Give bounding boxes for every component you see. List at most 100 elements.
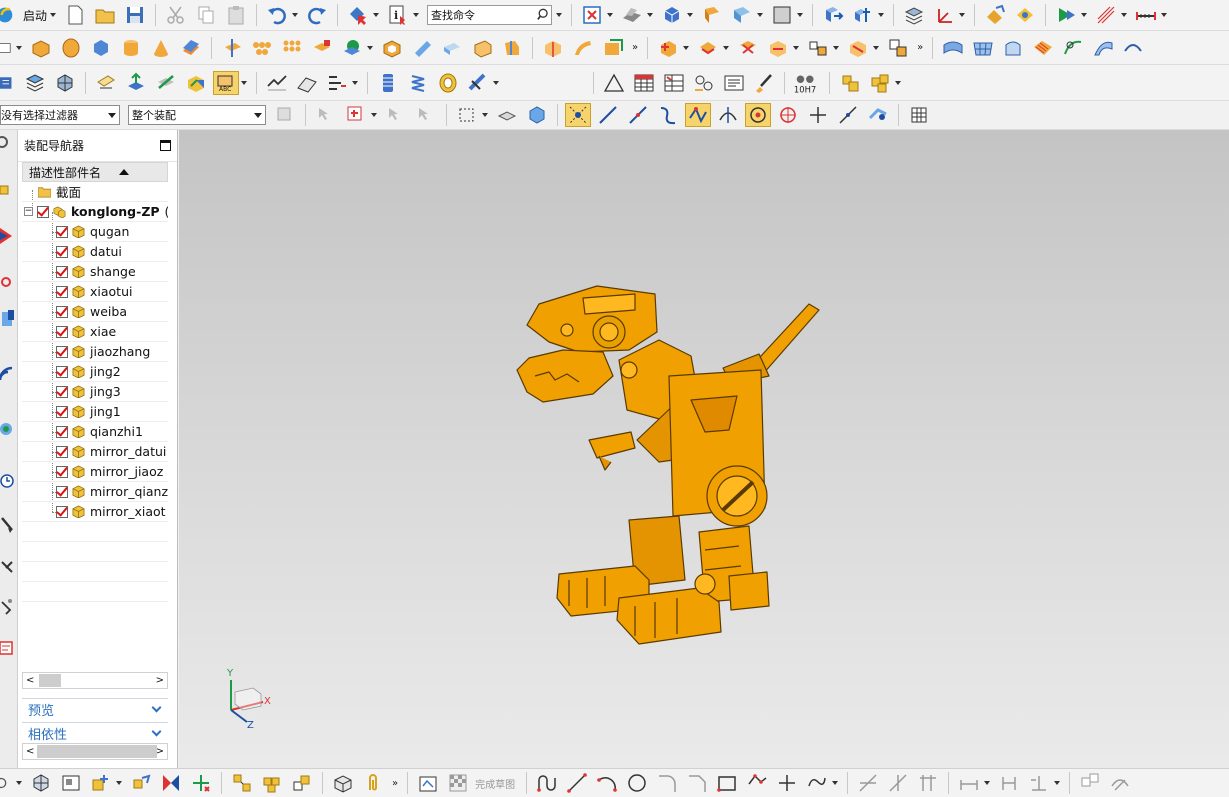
process-studio-icon[interactable]: [0, 556, 16, 576]
subtract-icon[interactable]: [339, 36, 365, 60]
cut-icon[interactable]: [163, 3, 189, 27]
fit-view-dropdown-icon[interactable]: [607, 13, 614, 17]
add-filter-icon[interactable]: [343, 103, 369, 127]
bolt-icon[interactable]: [465, 71, 491, 95]
system-materials-icon[interactable]: [0, 514, 16, 534]
scroll-thumb[interactable]: [37, 745, 157, 758]
intersection-curve-dropdown-icon[interactable]: [352, 80, 358, 85]
heel-part[interactable]: [728, 571, 770, 611]
new-component-dropdown-icon[interactable]: [723, 45, 730, 50]
replace-component-icon[interactable]: [735, 36, 761, 60]
table-icon[interactable]: [631, 71, 657, 95]
edit-object-display-icon[interactable]: [982, 3, 1008, 27]
mirror-assembly-icon[interactable]: [765, 36, 791, 60]
reuse-library-tab-icon[interactable]: [0, 308, 16, 328]
play-animation-dropdown-icon[interactable]: [1081, 13, 1088, 17]
offset-face-icon[interactable]: [540, 36, 566, 60]
selection-tool-icon[interactable]: [345, 3, 371, 27]
draft-icon[interactable]: [409, 36, 435, 60]
tree-node-part[interactable]: jing3: [22, 382, 168, 402]
navigator-settings-icon[interactable]: [0, 132, 16, 152]
add-component-dropdown-icon[interactable]: [683, 45, 690, 50]
constraint-navigator-icon[interactable]: [158, 771, 184, 795]
mirror-assembly-dropdown-icon[interactable]: [793, 45, 800, 50]
tree-node-part[interactable]: qugan: [22, 222, 168, 242]
snap-line-icon[interactable]: [595, 103, 621, 127]
extrude-icon[interactable]: [28, 36, 54, 60]
select-faces-icon[interactable]: [494, 103, 520, 127]
shaded-cube-dropdown-icon[interactable]: [687, 13, 694, 17]
visibility-checkbox[interactable]: [56, 485, 68, 498]
filter-settings-icon[interactable]: [272, 103, 298, 127]
information-dropdown-icon[interactable]: [413, 13, 420, 17]
annotation-icon[interactable]: [93, 71, 119, 95]
point-icon[interactable]: [774, 771, 800, 795]
visibility-checkbox[interactable]: [56, 285, 68, 298]
assembly-constraint-dropdown-icon[interactable]: [878, 13, 885, 17]
synchronous-modeling-icon[interactable]: [52, 71, 78, 95]
search-dropdown-icon[interactable]: [556, 13, 563, 17]
start-dropdown-icon[interactable]: [50, 13, 57, 17]
graphics-window[interactable]: Y X Z: [179, 130, 1229, 768]
finish-sketch-icon[interactable]: [445, 771, 471, 795]
clearance-analysis-icon[interactable]: [28, 771, 54, 795]
mass-properties-icon[interactable]: [330, 771, 356, 795]
snap-tangent-icon[interactable]: [715, 103, 741, 127]
perpendicular-constraint-icon[interactable]: [1026, 771, 1052, 795]
tree-node-part[interactable]: jiaozhang: [22, 342, 168, 362]
visibility-checkbox[interactable]: [56, 305, 68, 318]
snap-center-icon[interactable]: [745, 103, 771, 127]
clip-section-dropdown-icon[interactable]: [757, 13, 764, 17]
redo-icon[interactable]: [304, 3, 330, 27]
new-file-icon[interactable]: [62, 3, 88, 27]
surface-through-curves-icon[interactable]: [940, 36, 966, 60]
spring-icon[interactable]: [405, 71, 431, 95]
type-filter-select[interactable]: 没有选择过滤器: [0, 105, 120, 125]
render-style-dropdown-icon[interactable]: [647, 13, 654, 17]
open-folder-icon[interactable]: [92, 3, 118, 27]
tree-node-root-assembly[interactable]: − konglong-ZP (: [22, 202, 168, 222]
constraint-navigator-tab-icon[interactable]: [0, 226, 16, 246]
profile-icon[interactable]: [534, 771, 560, 795]
tree-node-part[interactable]: weiba: [22, 302, 168, 322]
styled-sweep-icon[interactable]: [1060, 36, 1086, 60]
add-component-icon[interactable]: [655, 36, 681, 60]
selection-scope-select[interactable]: 整个装配: [128, 105, 266, 125]
finish-sketch-label[interactable]: 完成草图: [475, 776, 515, 791]
search-icon[interactable]: [537, 8, 551, 22]
grid-table-icon[interactable]: [661, 71, 687, 95]
assembly-group-icon[interactable]: [867, 71, 893, 95]
snap-settings-icon[interactable]: [906, 103, 932, 127]
new-component-icon[interactable]: [695, 36, 721, 60]
perpendicular-constraint-dropdown-icon[interactable]: [1054, 781, 1061, 785]
visibility-checkbox[interactable]: [56, 445, 68, 458]
command-search-input[interactable]: 查找命令: [427, 5, 553, 25]
sketch-icon[interactable]: [415, 771, 441, 795]
snap-grid-dropdown-icon[interactable]: [1121, 13, 1128, 17]
intersection-curve-icon[interactable]: [324, 71, 350, 95]
snap-bounded-grid-icon[interactable]: [865, 103, 891, 127]
triangle-sketch-icon[interactable]: [601, 71, 627, 95]
tree-node-part[interactable]: mirror_datui: [22, 442, 168, 462]
background-icon[interactable]: [769, 3, 795, 27]
cylinder-icon[interactable]: [118, 36, 144, 60]
wave-link-icon[interactable]: [845, 36, 871, 60]
scroll-thumb[interactable]: [39, 674, 61, 687]
save-icon[interactable]: [122, 3, 148, 27]
sketch-rectangle-dropdown-icon[interactable]: [16, 45, 22, 50]
manufacturing-wizard-icon[interactable]: [0, 596, 16, 616]
quick-extend-icon[interactable]: [885, 771, 911, 795]
more-tools-icon[interactable]: »: [392, 778, 398, 789]
column-header-part-name[interactable]: 描述性部件名: [22, 162, 168, 182]
assembly-navigator-tab-icon[interactable]: [0, 182, 16, 202]
measure-distance-icon[interactable]: [1133, 3, 1159, 27]
offset-region-icon[interactable]: [183, 71, 209, 95]
roles-icon[interactable]: [0, 638, 16, 658]
visibility-checkbox[interactable]: [56, 225, 68, 238]
copy-icon[interactable]: [193, 3, 219, 27]
tree-node-part[interactable]: jing2: [22, 362, 168, 382]
tree-node-section[interactable]: 截面: [22, 182, 168, 202]
dinosaur-assembly-model[interactable]: [509, 280, 829, 650]
swoop-icon[interactable]: [1090, 36, 1116, 60]
select-feature-icon[interactable]: [313, 103, 339, 127]
